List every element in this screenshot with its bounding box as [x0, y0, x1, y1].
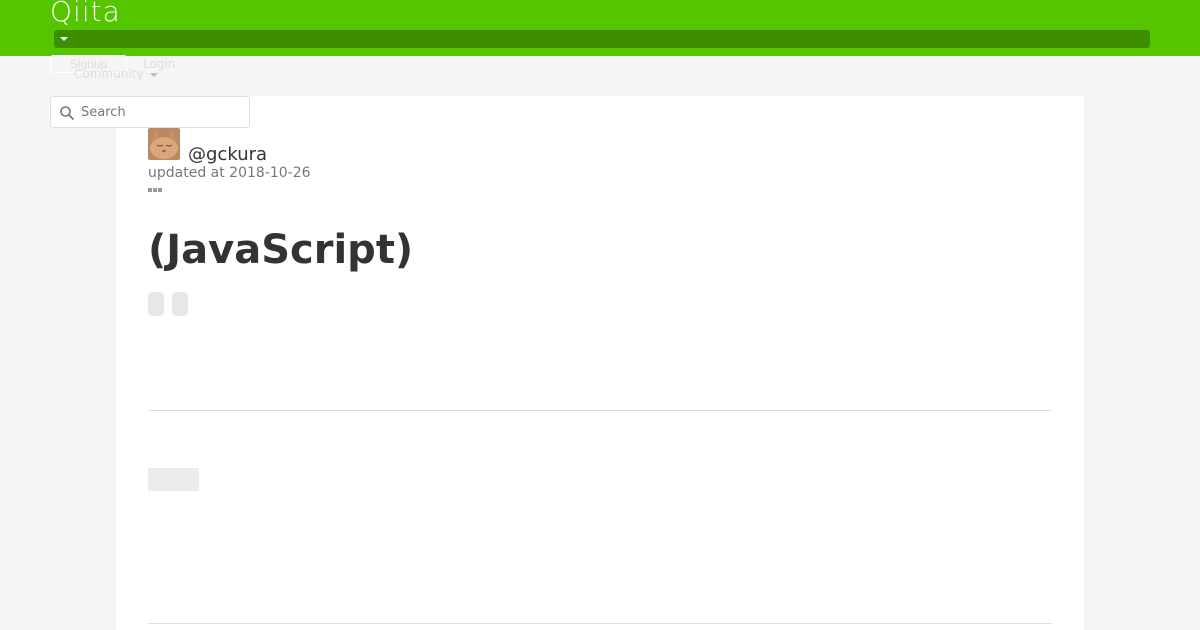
more-options-icon[interactable]	[148, 188, 162, 192]
tag-item[interactable]	[172, 292, 188, 316]
article-title: (JavaScript)	[148, 227, 414, 273]
tag-item[interactable]	[148, 292, 164, 316]
divider	[148, 410, 1052, 411]
chevron-down-icon[interactable]	[150, 73, 158, 77]
search-icon	[60, 106, 74, 120]
search-box[interactable]	[50, 96, 250, 128]
divider	[148, 623, 1052, 624]
article-card: @gckura updated at 2018-10-26 (JavaScrip…	[116, 96, 1084, 630]
author-username[interactable]: @gckura	[188, 144, 267, 166]
content-placeholder	[148, 468, 199, 491]
login-link[interactable]: Login	[143, 57, 175, 71]
top-header: Qiita	[0, 0, 1200, 56]
search-input[interactable]	[81, 102, 241, 122]
qiita-logo[interactable]: Qiita	[50, 0, 121, 30]
avatar[interactable]	[148, 128, 180, 160]
chevron-down-icon[interactable]	[60, 37, 68, 41]
community-menu[interactable]: Community	[74, 67, 143, 81]
tag-list	[148, 292, 188, 316]
header-menu-bar[interactable]	[54, 30, 1150, 48]
updated-date: updated at 2018-10-26	[148, 165, 311, 181]
